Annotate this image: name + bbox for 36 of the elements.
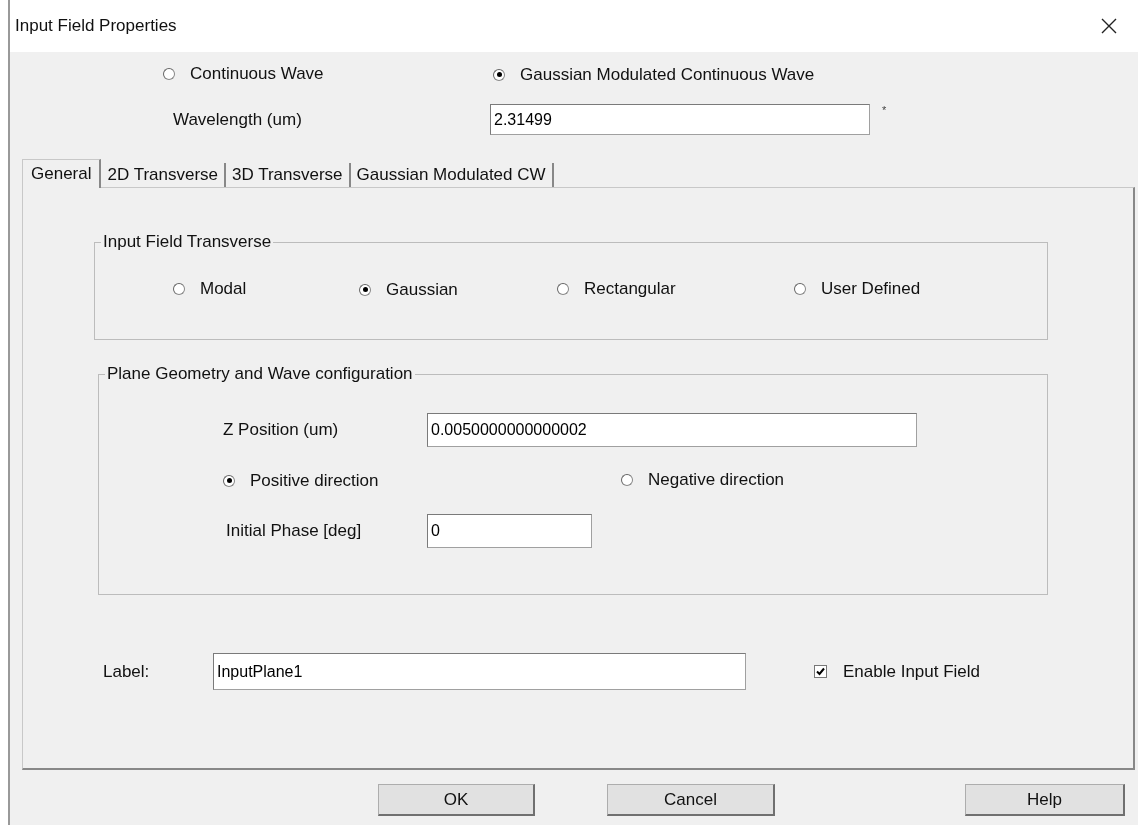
radio-button[interactable]: Positive direction xyxy=(223,470,379,491)
radio-button[interactable]: Rectangular xyxy=(557,278,676,299)
close-icon[interactable] xyxy=(1100,17,1118,35)
radio-button[interactable]: Gaussian Modulated Continuous Wave xyxy=(493,64,815,85)
radio-button[interactable]: Continuous Wave xyxy=(163,64,324,84)
radio-indicator[interactable] xyxy=(493,68,505,81)
checkmark-icon xyxy=(815,666,826,677)
radio-indicator[interactable] xyxy=(163,68,175,80)
radio-button[interactable]: Modal xyxy=(173,278,247,299)
dialog-button[interactable]: OK xyxy=(378,784,535,816)
enable-checkbox[interactable]: Enable Input Field xyxy=(814,661,981,682)
initial-phase-label: Initial Phase [deg] xyxy=(226,520,363,541)
radio-indicator[interactable] xyxy=(359,283,371,296)
radio-indicator[interactable] xyxy=(223,474,235,487)
window-title: Input Field Properties xyxy=(15,16,177,36)
wavelength-label: Wavelength (um) xyxy=(173,109,303,130)
radio-button[interactable]: User Defined xyxy=(794,278,921,299)
label-caption: Label: xyxy=(103,661,151,682)
wavelength-field[interactable]: 2.31499 xyxy=(490,104,870,135)
radio-indicator[interactable] xyxy=(557,282,569,295)
radio-indicator[interactable] xyxy=(173,282,185,295)
radio-indicator[interactable] xyxy=(621,473,633,486)
z-position-field[interactable]: 0.0050000000000002 xyxy=(427,413,917,447)
initial-phase-field[interactable]: 0 xyxy=(427,513,592,548)
tab[interactable]: General xyxy=(22,159,102,188)
dialog-button[interactable]: Help xyxy=(965,784,1125,816)
label-field[interactable]: InputPlane1 xyxy=(213,653,746,690)
z-position-label: Z Position (um) xyxy=(223,420,340,440)
group-title: Plane Geometry and Wave configuration xyxy=(106,364,414,384)
radio-button[interactable]: Gaussian xyxy=(359,279,458,300)
dialog-button[interactable]: Cancel xyxy=(607,784,775,816)
radio-indicator[interactable] xyxy=(794,282,806,295)
radio-button[interactable]: Negative direction xyxy=(621,469,785,490)
group-title: Input Field Transverse xyxy=(102,232,273,252)
checkbox-indicator[interactable] xyxy=(814,665,827,678)
note-mark: * xyxy=(882,104,887,116)
